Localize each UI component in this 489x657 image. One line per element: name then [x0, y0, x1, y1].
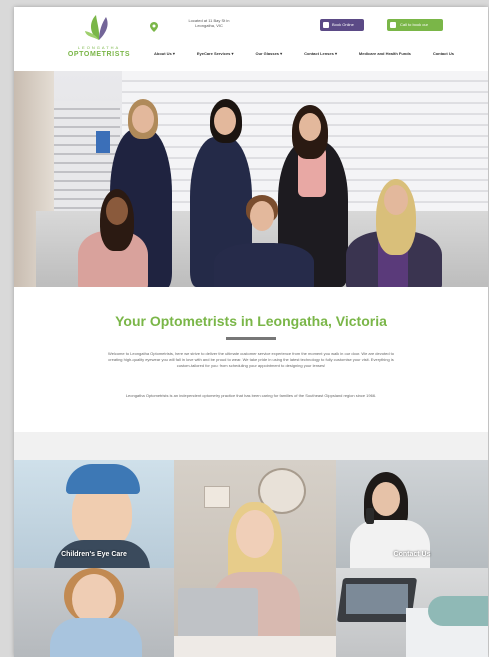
tile-label-childrens-eye-care: Children's Eye Care [61, 551, 127, 558]
main-nav: About Us ▾ EyeCare Services ▾ Our Glasse… [154, 49, 454, 59]
location-text: Located at 11 Bay St in Leongatha, VIC [164, 18, 254, 28]
intro-section: Your Optometrists in Leongatha, Victoria… [14, 287, 488, 432]
nav-item-contact-lenses[interactable]: Contact Lenses ▾ [304, 49, 337, 59]
page: LEONGATHA OPTOMETRISTS Located at 11 Bay… [14, 7, 488, 657]
tile-workspace[interactable] [336, 568, 488, 657]
nav-item-contact-us[interactable]: Contact Us [433, 49, 454, 59]
map-pin-icon [150, 22, 158, 32]
page-title: Your Optometrists in Leongatha, Victoria [115, 313, 387, 329]
tile-label-contact-us: Contact Us [393, 551, 431, 558]
tile-contact-us[interactable]: Contact Us [336, 460, 488, 568]
logo-tagline: LEONGATHA [77, 45, 121, 50]
hero-blue-box [96, 131, 110, 153]
phone-shape [366, 508, 374, 524]
tile-eye-exam[interactable] [174, 460, 336, 657]
book-online-label: Book Online [332, 22, 354, 27]
intro-paragraph-1: Welcome to Leongatha Optometrists, here … [108, 351, 394, 368]
tile-childrens-eye-care[interactable]: Children's Eye Care [14, 460, 174, 568]
call-button[interactable]: Call to book our [387, 19, 443, 31]
site-logo[interactable]: LEONGATHA OPTOMETRISTS [64, 13, 134, 65]
nav-item-eyecare-services[interactable]: EyeCare Services ▾ [197, 49, 234, 59]
phone-icon [390, 22, 396, 28]
nav-item-our-glasses[interactable]: Our Glasses ▾ [255, 49, 282, 59]
service-tiles: Children's Eye Care Contact Us [14, 460, 488, 657]
intro-paragraph-2: Leongatha Optometrists is an independent… [125, 393, 377, 398]
hero-team-photo [14, 71, 488, 287]
book-online-button[interactable]: Book Online [320, 19, 364, 31]
site-header: LEONGATHA OPTOMETRISTS Located at 11 Bay… [14, 7, 488, 71]
call-label: Call to book our [400, 22, 429, 27]
leaf-logo-icon [85, 15, 108, 40]
cap-shape [66, 464, 140, 494]
logo-name: OPTOMETRISTS [67, 51, 131, 58]
location-line-2: Leongatha, VIC [195, 23, 223, 28]
tile-eye-strain[interactable] [14, 568, 174, 657]
title-divider [226, 337, 276, 340]
calendar-icon [323, 22, 329, 28]
staff-figure [214, 243, 314, 287]
nav-item-medicare[interactable]: Medicare and Health Funds [359, 49, 411, 59]
nav-item-about-us[interactable]: About Us ▾ [154, 49, 175, 59]
section-spacer [14, 432, 488, 460]
laptop-shape [178, 588, 258, 638]
